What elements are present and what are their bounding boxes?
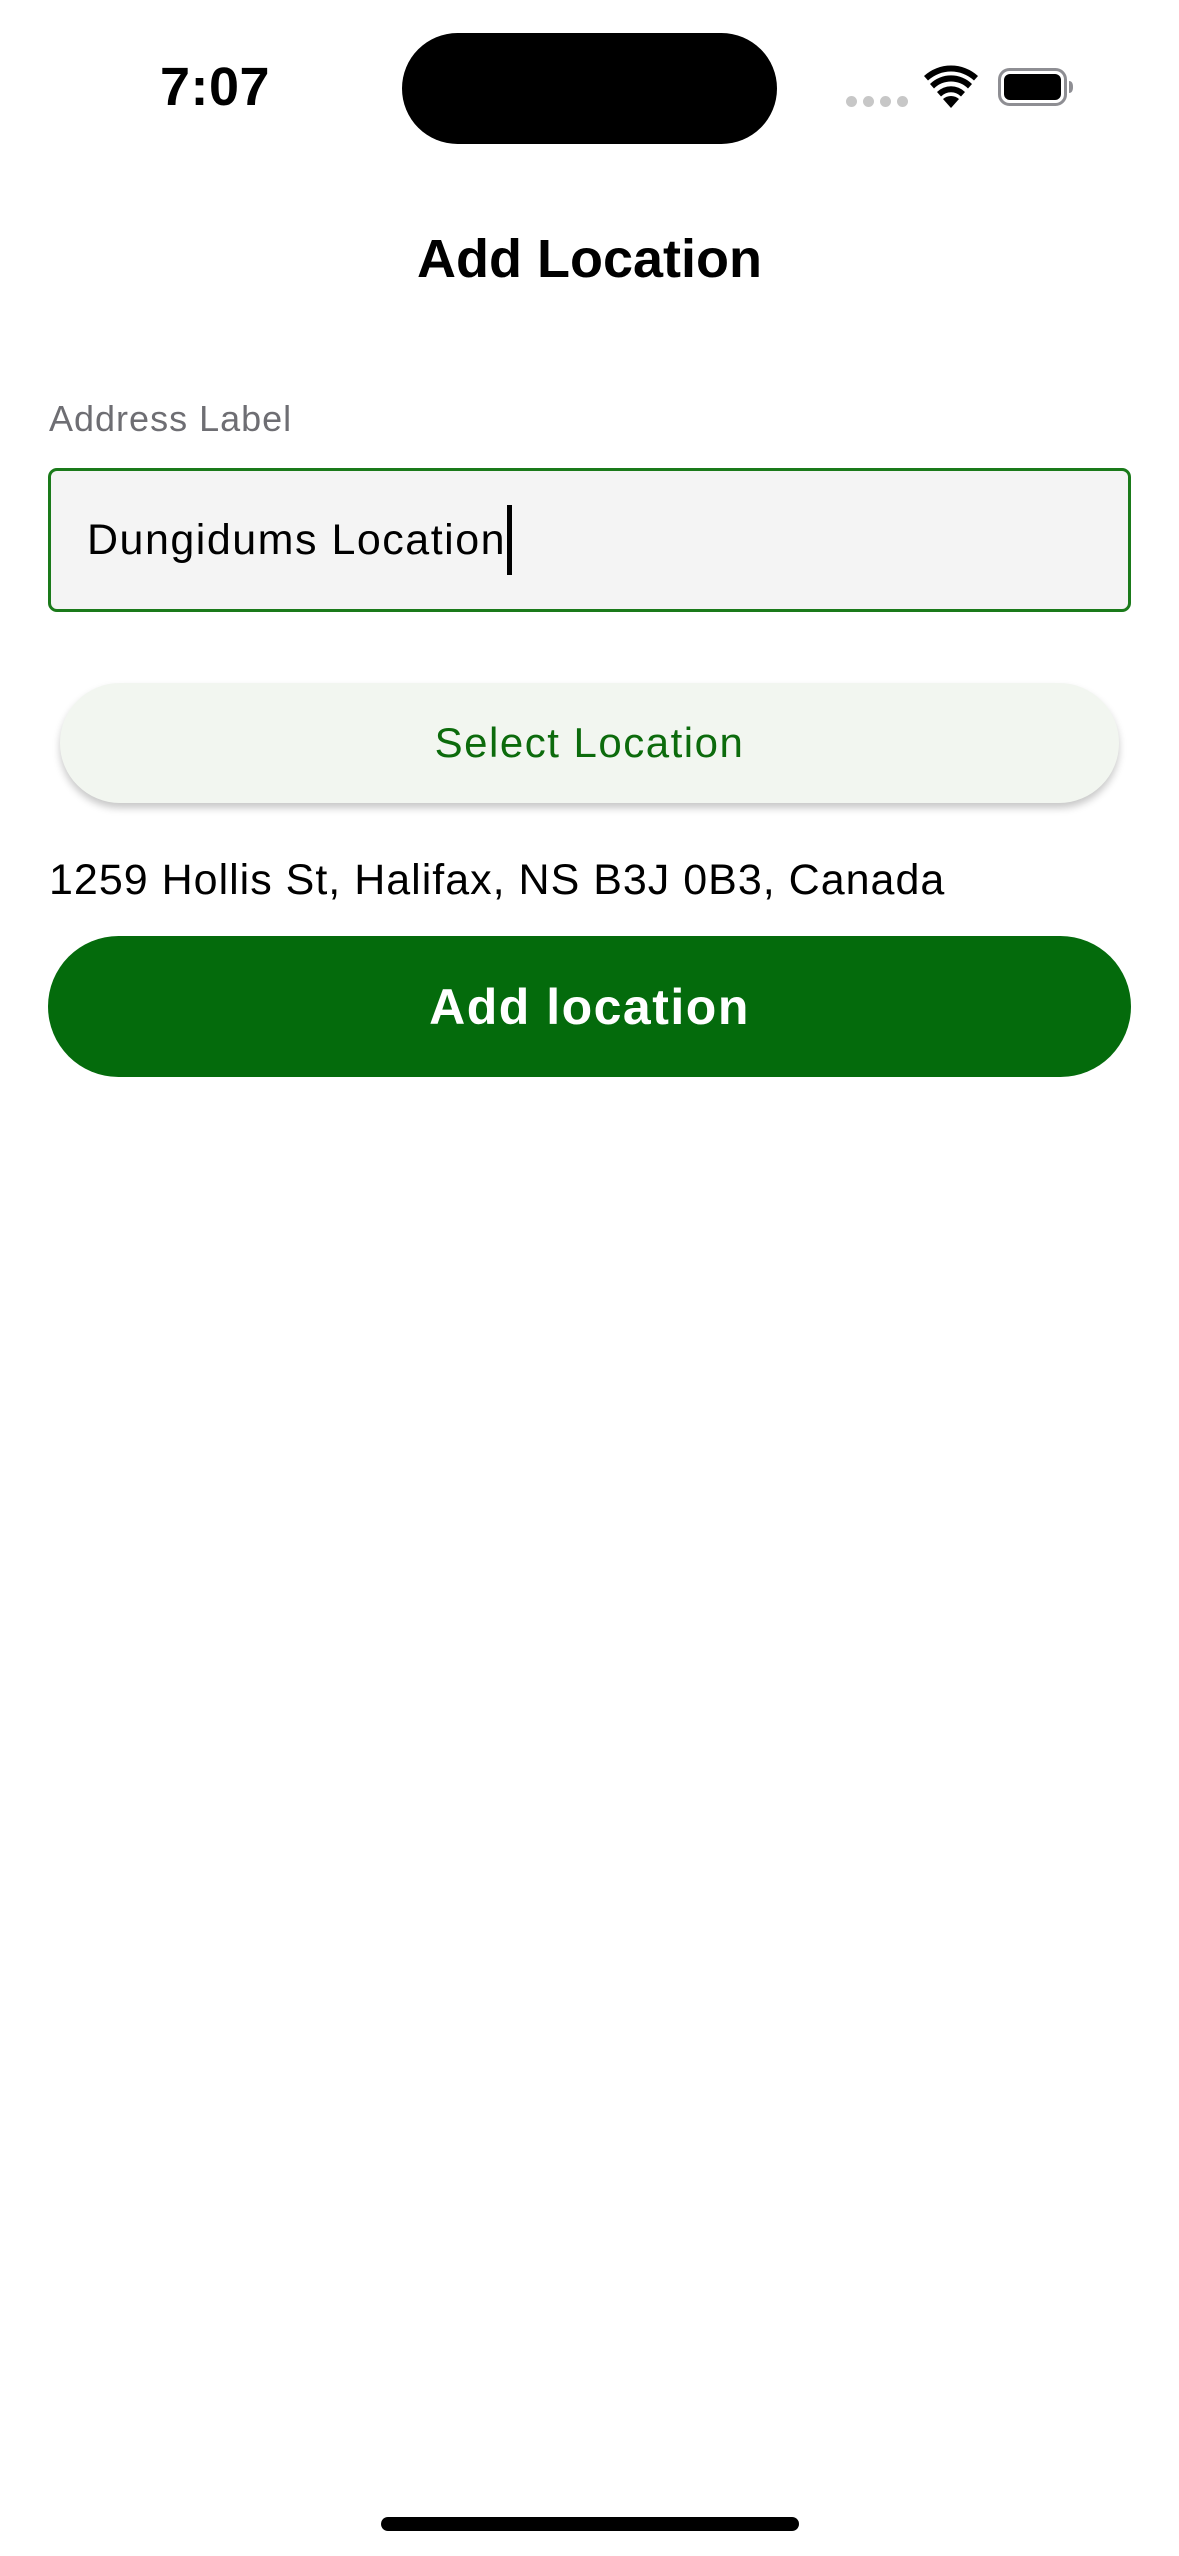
selected-address-text: 1259 Hollis St, Halifax, NS B3J 0B3, Can… — [49, 856, 946, 904]
address-label-caption: Address Label — [49, 398, 293, 439]
address-label-input[interactable]: Dungidums Location — [48, 468, 1131, 612]
add-location-button[interactable]: Add location — [48, 936, 1131, 1077]
wifi-icon — [924, 65, 978, 108]
home-indicator[interactable] — [381, 2517, 799, 2531]
cellular-signal-icon — [846, 96, 908, 107]
text-cursor — [507, 505, 513, 575]
battery-icon — [998, 68, 1073, 106]
page-title: Add Location — [417, 229, 762, 289]
add-location-screen: 7:07 Add Location Address Label Dungidum… — [0, 0, 1179, 2556]
status-time: 7:07 — [160, 57, 271, 117]
dynamic-island — [402, 33, 777, 144]
address-label-input-value: Dungidums Location — [87, 515, 507, 564]
select-location-button[interactable]: Select Location — [60, 683, 1119, 803]
